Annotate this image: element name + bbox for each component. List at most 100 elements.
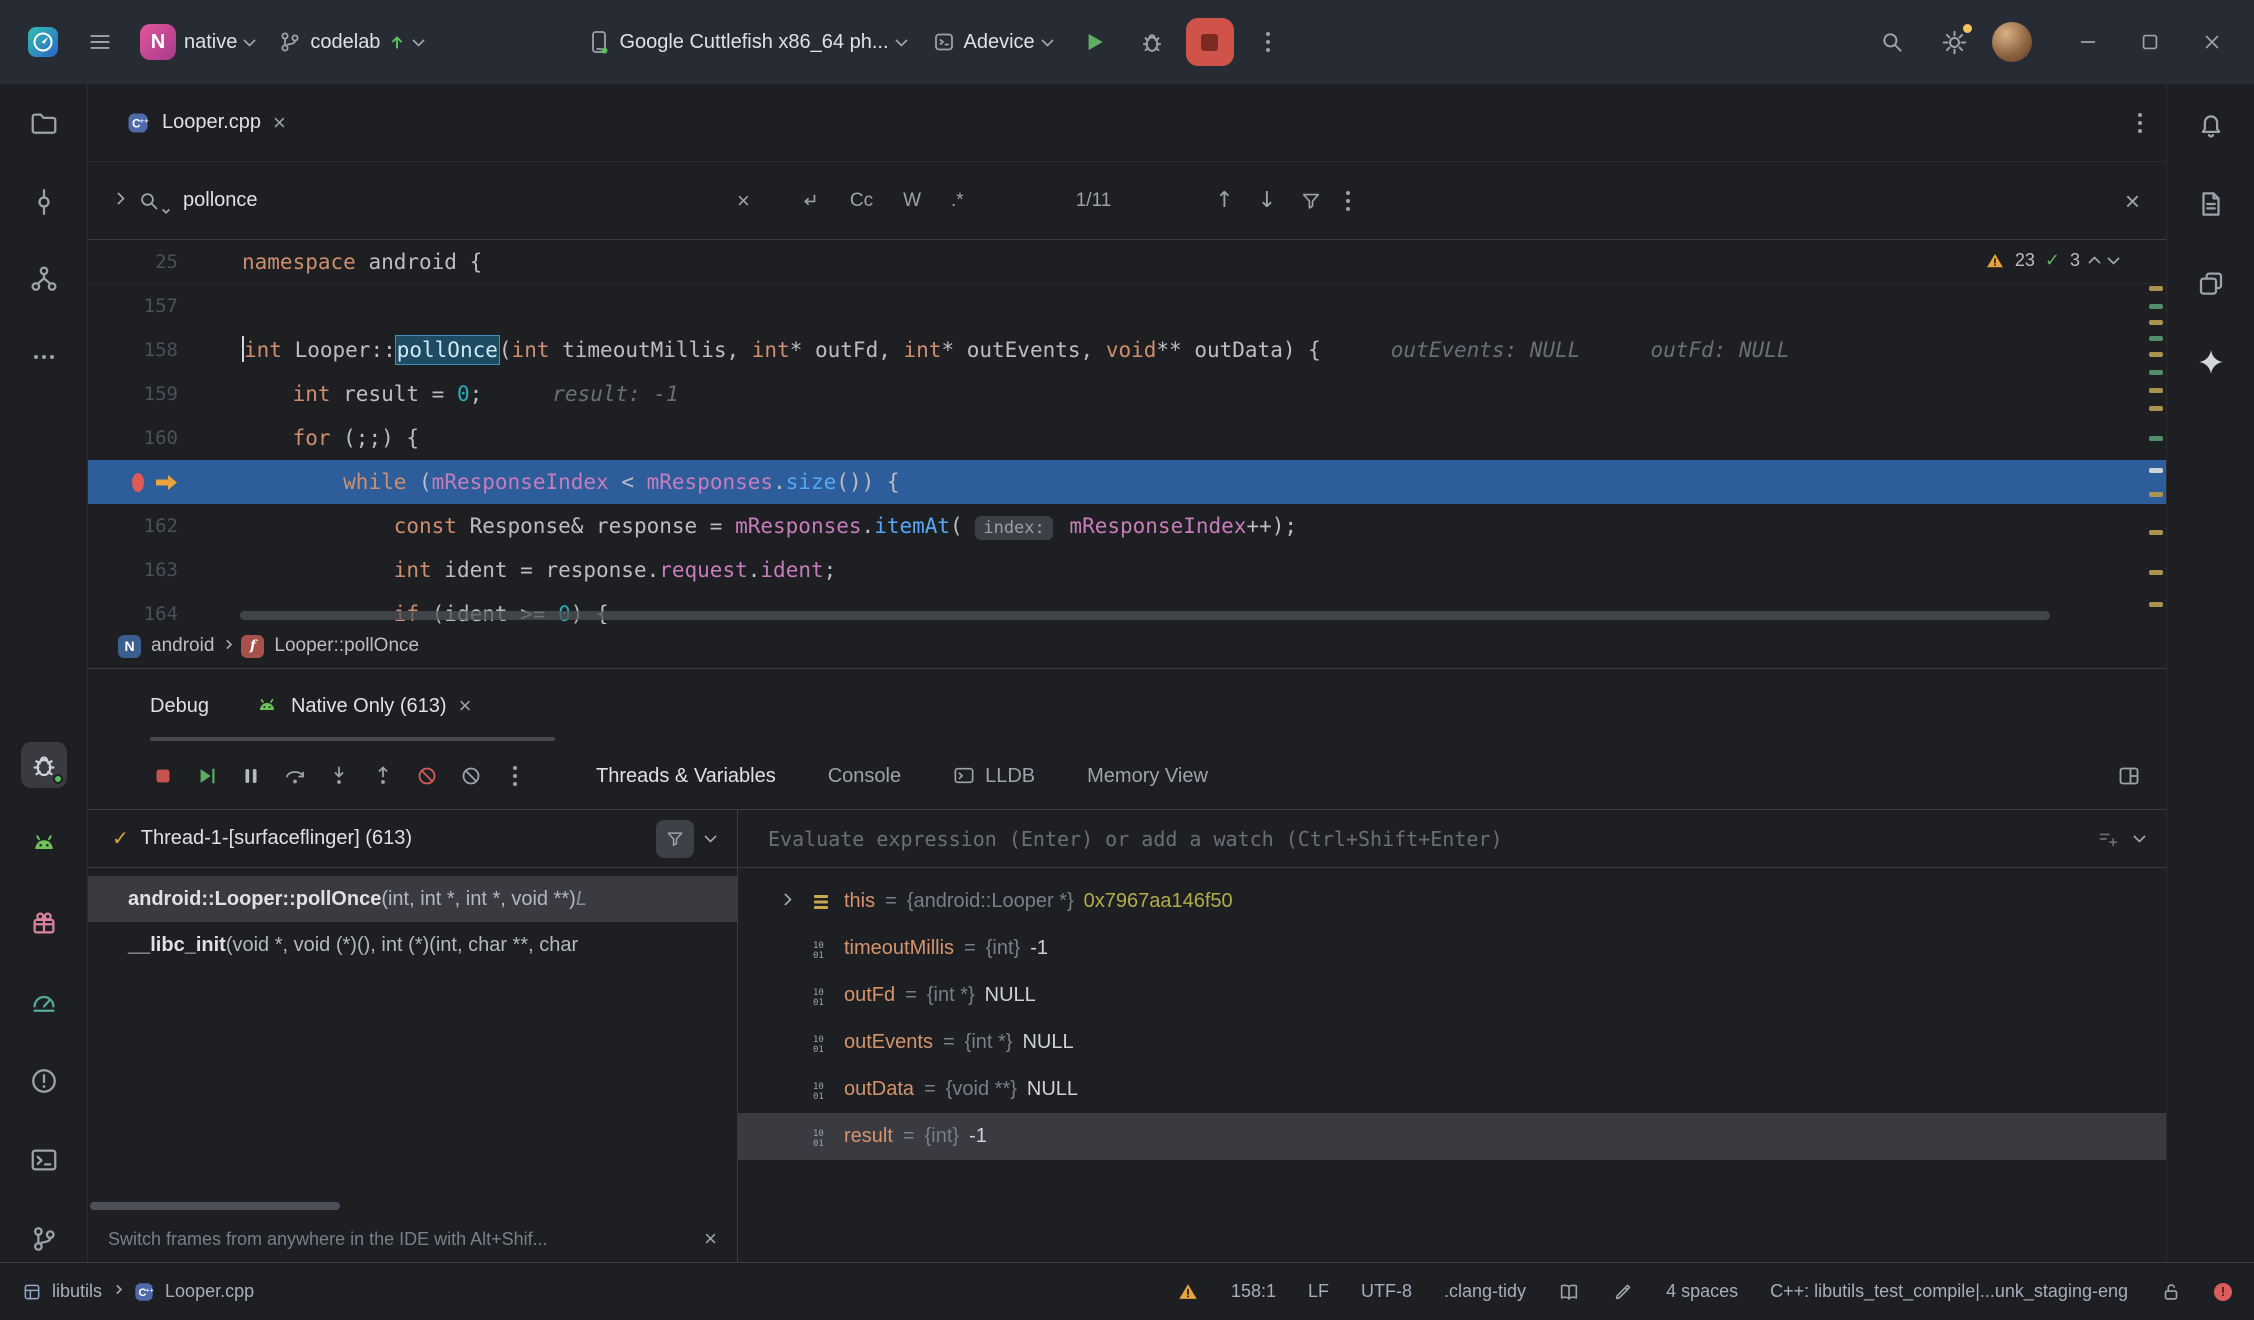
build-variants-button[interactable] [2188,260,2234,306]
breakpoint-icon[interactable] [132,473,144,492]
running-devices-toolwindow-button[interactable] [21,821,67,867]
settings-button[interactable] [1930,18,1978,66]
editor-line[interactable]: 162 const Response& response = mResponse… [88,504,2166,548]
search-type-button[interactable] [137,189,169,213]
stripe-mark-icon[interactable] [2149,304,2163,309]
add-watch-icon[interactable] [2097,828,2119,850]
line-ending[interactable]: LF [1308,1281,1329,1302]
debug-tab-lldb[interactable]: LLDB [953,765,1035,788]
editor-gutter[interactable]: 25 [88,240,238,283]
layout-settings-button[interactable] [2110,757,2148,795]
stop-button[interactable] [1186,18,1234,66]
run-button[interactable] [1070,18,1118,66]
project-toolwindow-button[interactable] [21,102,67,147]
step-into-button[interactable] [320,757,358,795]
breadcrumb-function[interactable]: Looper::pollOnce [274,635,419,657]
stripe-mark-icon[interactable] [2149,336,2163,341]
highlighting-level-icon[interactable] [1612,1281,1634,1303]
inspections-widget[interactable]: 23 ✓ 3 [1977,248,2126,273]
profiler-toolwindow-button[interactable] [21,979,67,1025]
clang-tidy-widget[interactable]: .clang-tidy [1444,1281,1526,1302]
whats-new-toolwindow-button[interactable] [21,900,67,946]
pause-program-button[interactable] [232,757,270,795]
stripe-mark-icon[interactable] [2149,406,2163,411]
filter-icon[interactable] [1300,190,1322,212]
previous-problem-icon[interactable] [2088,256,2101,269]
editor-gutter[interactable]: 159 [88,372,238,416]
search-options-kebab-icon[interactable] [1346,191,1350,211]
editor-gutter[interactable]: 160 [88,416,238,460]
horizontal-scrollbar[interactable] [240,611,2050,620]
window-minimize-button[interactable] [2064,18,2112,66]
debug-session-tab[interactable]: Native Only (613) × [255,694,471,718]
tab-options-kebab-icon[interactable] [2138,113,2142,133]
caret-position[interactable]: 158:1 [1231,1281,1276,1302]
search-everywhere-button[interactable] [1868,18,1916,66]
error-indicator-icon[interactable]: ! [2214,1283,2232,1301]
warning-icon[interactable] [1177,1281,1199,1303]
whole-words-toggle[interactable]: W [895,184,929,218]
tab-close-icon[interactable]: × [273,112,286,134]
editor-gutter[interactable]: 158 [88,328,238,372]
stripe-mark-icon[interactable] [2149,570,2163,575]
stripe-mark-icon[interactable] [2149,388,2163,393]
notifications-button[interactable] [2188,102,2234,148]
code-editor[interactable]: 25namespace android {157158int Looper::p… [88,240,2166,624]
next-problem-icon[interactable] [2107,252,2120,265]
unlocked-icon[interactable] [2160,1281,2182,1303]
newline-toggle[interactable] [790,184,828,218]
stop-process-button[interactable] [144,757,182,795]
hide-frames-filter-button[interactable] [656,820,694,858]
code-line[interactable]: int ident = response.request.ident; [238,548,2166,592]
editor-gutter[interactable]: 157 [88,284,238,328]
status-module[interactable]: libutils [22,1281,102,1302]
editor-line[interactable]: 160 for (;;) { [88,416,2166,460]
chevron-down-icon[interactable] [2133,830,2146,843]
resume-program-button[interactable] [188,757,226,795]
find-input[interactable] [183,189,723,212]
dismiss-hint-icon[interactable]: × [704,1228,717,1250]
version-control-toolwindow-button[interactable] [21,1216,67,1262]
editor-gutter[interactable]: 164 [88,592,238,624]
toolchain-widget[interactable]: C++: libutils_test_compile|...unk_stagin… [1770,1281,2128,1302]
close-search-icon[interactable]: × [2125,188,2140,214]
more-actions-button[interactable] [1244,18,1292,66]
variable-row-this[interactable]: this = {android::Looper *} 0x7967aa146f5… [738,878,2166,925]
clear-search-icon[interactable]: × [737,190,750,212]
window-maximize-button[interactable] [2126,18,2174,66]
expand-search-icon[interactable] [112,192,125,205]
project-selector[interactable]: N native [132,18,262,66]
indent-widget[interactable]: 4 spaces [1666,1281,1738,1302]
code-line[interactable]: const Response& response = mResponses.it… [238,504,2166,548]
regex-toggle[interactable]: .* [943,184,972,218]
debug-tab-memory-view[interactable]: Memory View [1087,765,1208,788]
user-avatar[interactable] [1992,22,2032,62]
stripe-mark-icon[interactable] [2149,320,2163,325]
debug-tab-console[interactable]: Console [828,765,901,788]
editor-gutter[interactable]: 163 [88,548,238,592]
previous-match-icon[interactable]: ↑ [1215,188,1233,213]
stripe-mark-icon[interactable] [2149,492,2163,497]
window-close-button[interactable] [2188,18,2236,66]
terminal-toolwindow-button[interactable] [21,1137,67,1183]
stack-frame-row[interactable]: __libc_init(void *, void (*)(), int (*)(… [88,922,737,968]
editor-line[interactable]: 158int Looper::pollOnce(int timeoutMilli… [88,328,2166,372]
stripe-mark-icon[interactable] [2149,370,2163,375]
editor-tab-looper-cpp[interactable]: C ++ Looper.cpp × [112,84,300,161]
chevron-down-icon[interactable] [704,830,717,843]
editor-gutter[interactable] [88,460,238,504]
device-explorer-button[interactable] [2188,181,2234,227]
debug-toolwindow-title[interactable]: Debug [150,695,209,718]
debug-tab-threads-variables[interactable]: Threads & Variables [596,765,776,788]
variable-row-outFd[interactable]: 1001outFd = {int *} NULL [738,972,2166,1019]
code-line[interactable]: while (mResponseIndex < mResponses.size(… [238,460,2166,504]
variable-row-outData[interactable]: 1001outData = {void **} NULL [738,1066,2166,1113]
variable-row-timeoutMillis[interactable]: 1001timeoutMillis = {int} -1 [738,925,2166,972]
stripe-mark-icon[interactable] [2149,530,2163,535]
more-toolwindows-button[interactable] [21,335,67,380]
stripe-mark-icon[interactable] [2149,352,2163,357]
structure-toolwindow-button[interactable] [21,257,67,302]
code-line[interactable]: for (;;) { [238,416,2166,460]
session-tab-close-icon[interactable]: × [459,695,472,717]
step-over-button[interactable] [276,757,314,795]
